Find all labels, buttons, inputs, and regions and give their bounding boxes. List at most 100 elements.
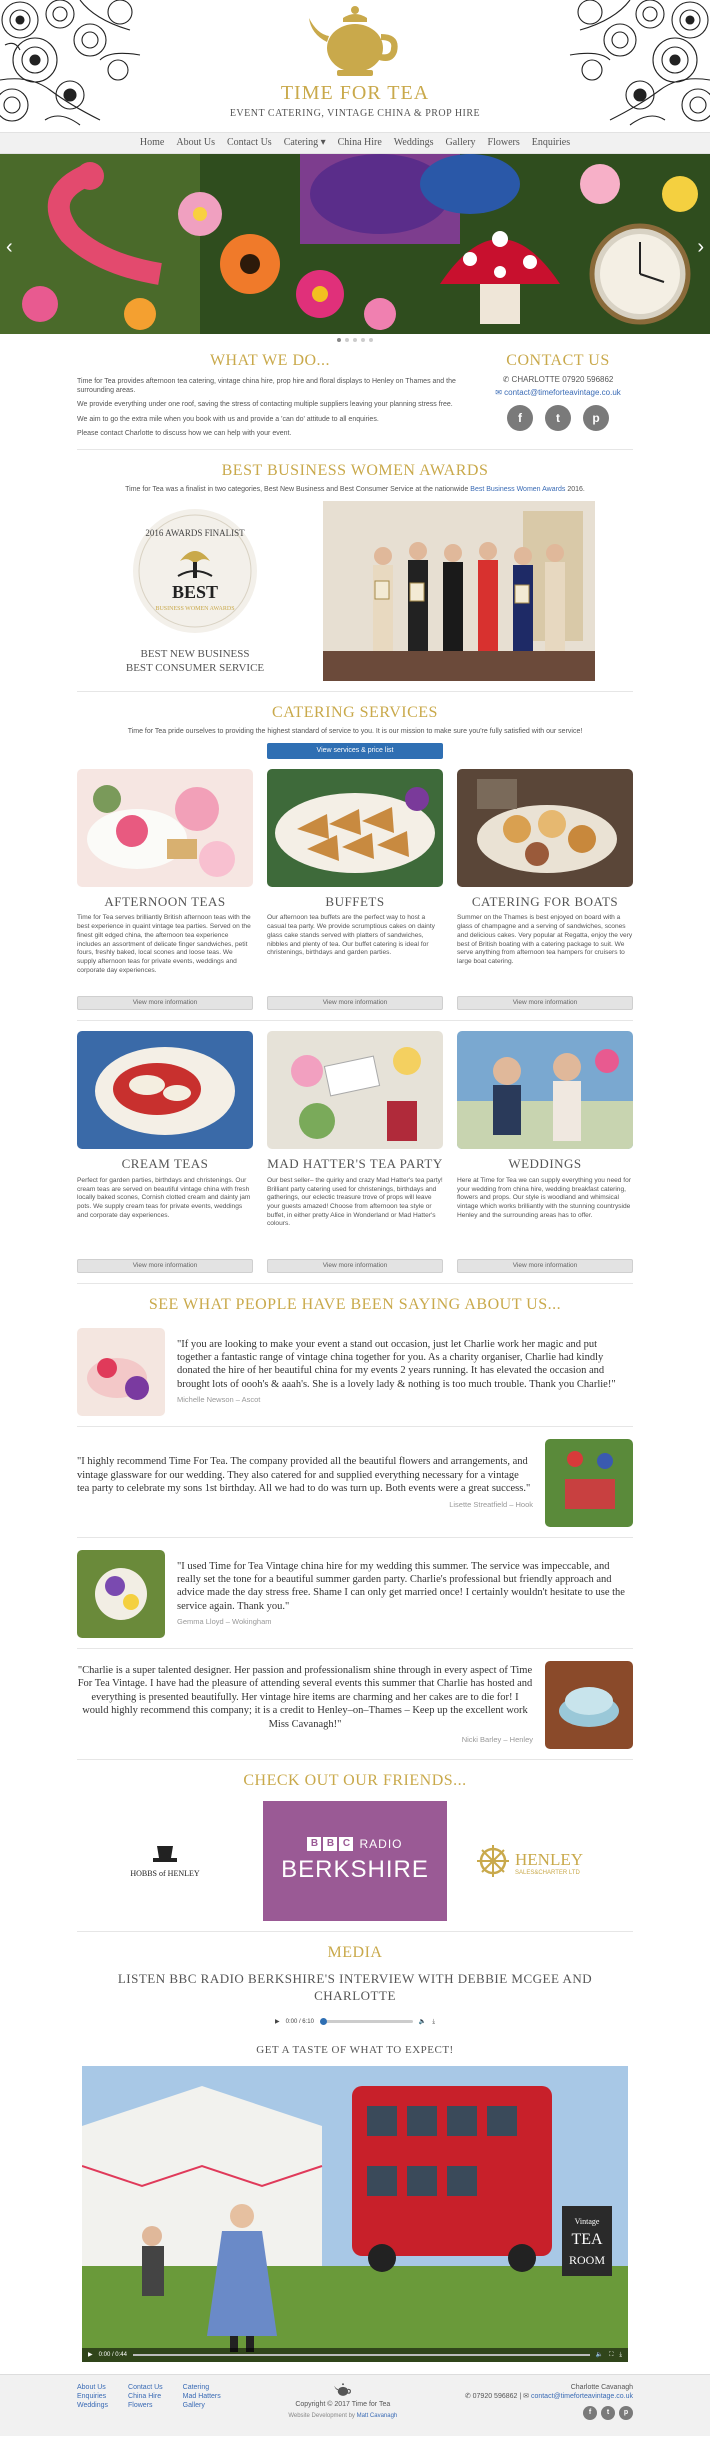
- footer-link-contact-us[interactable]: Contact Us: [128, 2383, 163, 2392]
- slider-dot[interactable]: [369, 338, 373, 342]
- footer-link-about-us[interactable]: About Us: [77, 2383, 108, 2392]
- card-title: WEDDINGS: [508, 1156, 582, 1172]
- slider-dot[interactable]: [345, 338, 349, 342]
- fullscreen-icon[interactable]: ⛶: [609, 2351, 613, 2359]
- intro-section: WHAT WE DO... Time for Tea provides afte…: [77, 346, 633, 439]
- nav-contact-us[interactable]: Contact Us: [221, 136, 278, 150]
- view-more-button[interactable]: View more information: [267, 1258, 443, 1273]
- footer-link-catering[interactable]: Catering: [183, 2383, 221, 2392]
- view-more-button[interactable]: View more information: [77, 1258, 253, 1273]
- video-seek-bar[interactable]: [132, 2353, 590, 2356]
- view-more-button[interactable]: View more information: [77, 996, 253, 1011]
- nav-flowers[interactable]: Flowers: [482, 136, 526, 150]
- footer-link-china-hire[interactable]: China Hire: [128, 2392, 163, 2401]
- video-player[interactable]: Vintage TEA ROOM ▶ 0:00 / 0:44 🔈 ⛶ ⤓: [82, 2065, 628, 2362]
- footer-link-mad-hatters[interactable]: Mad Hatters: [183, 2392, 221, 2401]
- twitter-icon[interactable]: t: [601, 2405, 615, 2420]
- site-header: TIME FOR TEA EVENT CATERING, VINTAGE CHI…: [0, 0, 710, 132]
- envelope-icon: ✉: [523, 2393, 531, 2401]
- facebook-icon[interactable]: f: [583, 2405, 597, 2420]
- pinterest-icon[interactable]: p: [583, 405, 609, 432]
- volume-icon[interactable]: 🔈: [419, 2018, 426, 2026]
- nav-china-hire[interactable]: China Hire: [332, 136, 388, 150]
- site-logo[interactable]: TIME FOR TEA EVENT CATERING, VINTAGE CHI…: [205, 4, 505, 121]
- divider: [77, 1647, 633, 1649]
- award-caption: BEST NEW BUSINESS BEST CONSUMER SERVICE: [77, 648, 313, 676]
- slider-dot[interactable]: [353, 338, 357, 342]
- testimonial: "If you are looking to make your event a…: [77, 1327, 633, 1416]
- video-sign-line-2: TEA: [571, 2231, 603, 2248]
- slider-dot[interactable]: [337, 338, 341, 342]
- chevron-left-icon[interactable]: ‹: [6, 234, 13, 261]
- divider: [77, 1536, 633, 1538]
- copyright-text: Copyright © 2017 Time for Tea: [295, 2401, 391, 2409]
- divider: [77, 1425, 633, 1427]
- footer-contact: Charlotte Cavanagh ✆ 07920 596862 | ✉ co…: [465, 2383, 633, 2420]
- bbc-radio-berkshire-logo[interactable]: B B C RADIO BERKSHIRE: [263, 1801, 447, 1922]
- nav-home[interactable]: Home: [134, 136, 170, 150]
- facebook-icon[interactable]: f: [507, 405, 533, 432]
- award-badge-bottom: BUSINESS WOMEN AWARDS: [155, 606, 234, 612]
- footer-link-weddings[interactable]: Weddings: [77, 2401, 108, 2410]
- awards-link[interactable]: Best Business Women Awards: [470, 486, 565, 493]
- view-services-button[interactable]: View services & price list: [267, 742, 443, 759]
- contact-phone-text: CHARLOTTE 07920 596862: [511, 374, 614, 384]
- footer-copyright: Copyright © 2017 Time for Tea Website De…: [288, 2382, 398, 2420]
- contact-email-text: contact@timefortеavintage.co.uk: [504, 388, 621, 398]
- play-icon[interactable]: ▶: [88, 2351, 93, 2359]
- footer-link-enquiries[interactable]: Enquiries: [77, 2392, 108, 2401]
- twitter-icon[interactable]: t: [545, 405, 571, 432]
- catering-card-mad-hatter: MAD HATTER'S TEA PARTY Our best seller– …: [267, 1031, 443, 1273]
- footer-email[interactable]: contact@timefortеavintage.co.uk: [531, 2393, 633, 2400]
- bbc-letter: C: [339, 1836, 354, 1851]
- play-icon[interactable]: ▶: [275, 2018, 280, 2026]
- awards-intro-end: 2016.: [567, 486, 585, 494]
- pinterest-icon[interactable]: p: [619, 2405, 633, 2420]
- view-more-button[interactable]: View more information: [457, 996, 633, 1011]
- media-heading: MEDIA: [327, 1944, 383, 1962]
- card-image[interactable]: [77, 768, 253, 887]
- henley-logo-sub: SALES&CHARTER LTD: [515, 1870, 580, 1876]
- chevron-right-icon[interactable]: ›: [697, 234, 704, 261]
- henley-sales-charter-logo[interactable]: HENLEY SALES&CHARTER LTD: [457, 1801, 633, 1921]
- testimonial-author: Lisette Streatfield – Hook: [449, 1499, 533, 1509]
- download-icon[interactable]: ⤓: [619, 2351, 622, 2359]
- card-image[interactable]: [267, 768, 443, 887]
- audio-seek-bar[interactable]: [319, 2018, 413, 2026]
- nav-catering[interactable]: Catering ▾: [278, 136, 332, 150]
- nav-gallery[interactable]: Gallery: [440, 136, 482, 150]
- volume-icon[interactable]: 🔈: [596, 2351, 603, 2359]
- footer-links: About Us Enquiries Weddings Contact Us C…: [77, 2383, 221, 2420]
- card-text: Summer on the Thames is best enjoyed on …: [457, 914, 633, 965]
- slider-dot[interactable]: [361, 338, 365, 342]
- card-image[interactable]: [77, 1031, 253, 1150]
- testimonial-image: [77, 1549, 165, 1638]
- nav-weddings[interactable]: Weddings: [388, 136, 440, 150]
- card-title: MAD HATTER'S TEA PARTY: [267, 1156, 443, 1172]
- card-text: Our best seller– the quirky and crazy Ma…: [267, 1176, 443, 1228]
- footer-phone[interactable]: 07920 596862: [473, 2393, 518, 2400]
- awards-intro-text: Time for Tea was a finalist in two categ…: [125, 486, 469, 494]
- footer-link-flowers[interactable]: Flowers: [128, 2401, 163, 2410]
- view-more-button[interactable]: View more information: [457, 1258, 633, 1273]
- nav-about-us[interactable]: About Us: [170, 136, 221, 150]
- testimonial-author: Michelle Newson – Ascot: [177, 1395, 261, 1405]
- developer-link[interactable]: Matt Cavanagh: [357, 2413, 398, 2419]
- footer-name: Charlotte Cavanagh: [570, 2383, 633, 2391]
- footer-link-gallery[interactable]: Gallery: [183, 2401, 221, 2410]
- view-more-button[interactable]: View more information: [267, 996, 443, 1011]
- hobbs-of-henley-logo[interactable]: HOBBS of HENLEY: [77, 1801, 253, 1921]
- intro-paragraph: Time for Tea provides afternoon tea cate…: [77, 377, 456, 395]
- video-sign-line-1: Vintage: [575, 2217, 600, 2226]
- audio-seek-handle[interactable]: [319, 2018, 327, 2026]
- hero-slider[interactable]: ‹ ›: [0, 154, 710, 334]
- contact-email[interactable]: ✉ contact@timefortеavintage.co.uk: [483, 388, 633, 399]
- card-image[interactable]: [457, 768, 633, 887]
- card-text: Our afternoon tea buffets are the perfec…: [267, 914, 435, 957]
- card-image[interactable]: [267, 1031, 443, 1150]
- contact-phone[interactable]: ✆ CHARLOTTE 07920 596862: [483, 375, 633, 386]
- card-image[interactable]: [457, 1031, 633, 1150]
- testimonials-heading: SEE WHAT PEOPLE HAVE BEEN SAYING ABOUT U…: [148, 1295, 562, 1313]
- download-icon[interactable]: ⤓: [432, 2018, 435, 2026]
- nav-enquiries[interactable]: Enquiries: [526, 136, 576, 150]
